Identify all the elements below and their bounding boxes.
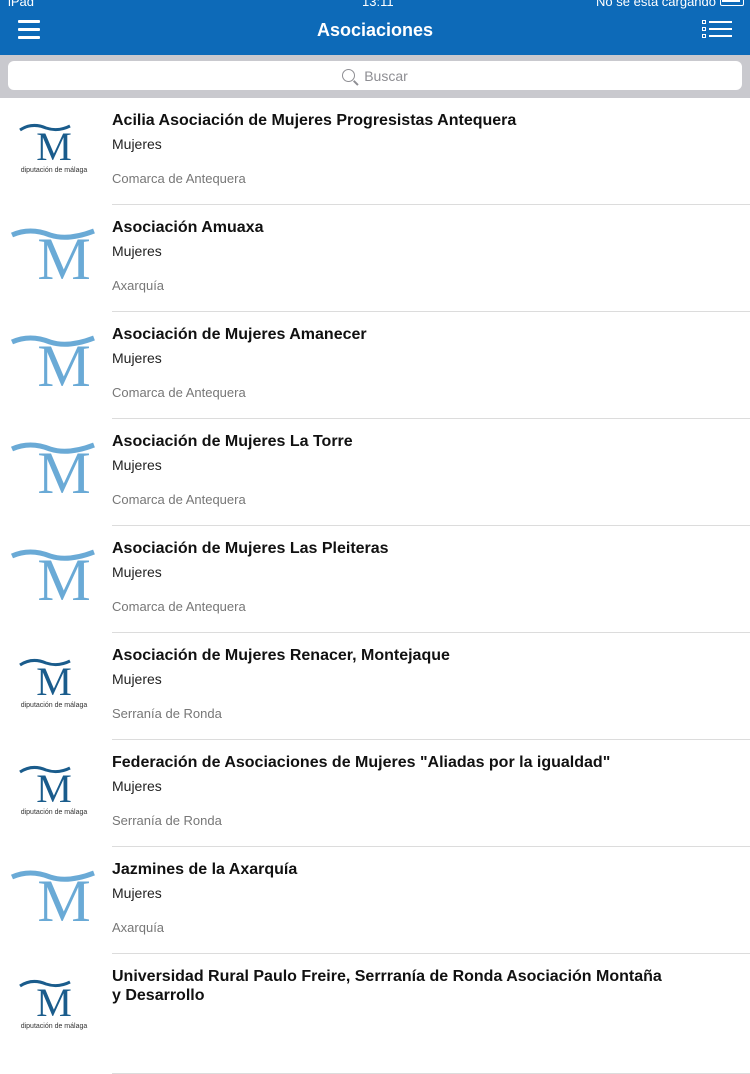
diputacion-malaga-logo-icon: M bbox=[10, 334, 95, 398]
list-item[interactable]: M Asociación de Mujeres Amanecer Mujeres Co… bbox=[0, 312, 750, 419]
search-bar: Buscar bbox=[0, 55, 750, 98]
item-title: Asociación de Mujeres La Torre bbox=[112, 433, 353, 450]
list-view-button[interactable] bbox=[702, 20, 732, 42]
battery-icon bbox=[720, 0, 744, 6]
item-title: Asociación Amuaxa bbox=[112, 219, 264, 236]
diputacion-malaga-logo-icon: M bbox=[10, 227, 95, 291]
svg-text:M: M bbox=[36, 124, 72, 169]
page-title: Asociaciones bbox=[316, 20, 434, 40]
search-placeholder: Buscar bbox=[364, 67, 408, 84]
list-item[interactable]: M Asociación de Mujeres La Torre Mujeres Co… bbox=[0, 419, 750, 526]
svg-text:M: M bbox=[37, 548, 90, 612]
item-title: Asociación de Mujeres Renacer, Montejaqu… bbox=[112, 647, 450, 664]
search-input[interactable]: Buscar bbox=[8, 61, 742, 90]
list-item[interactable]: M Jazmines de la Axarquía Mujeres Axarquía bbox=[0, 847, 750, 954]
item-region: Comarca de Antequera bbox=[112, 385, 246, 400]
item-region: Comarca de Antequera bbox=[112, 599, 246, 614]
item-region: Serranía de Ronda bbox=[112, 706, 222, 721]
item-region: Comarca de Antequera bbox=[112, 171, 246, 186]
list-item[interactable]: M Asociación de Mujeres Las Pleiteras Muje… bbox=[0, 526, 750, 633]
svg-text:M: M bbox=[37, 334, 90, 398]
item-category: Mujeres bbox=[112, 778, 162, 794]
diputacion-malaga-logo-icon: M bbox=[10, 869, 95, 933]
svg-text:diputación de málaga: diputación de málaga bbox=[21, 167, 88, 174]
diputacion-malaga-logo-icon: Mdiputación de málaga bbox=[19, 979, 88, 1030]
item-region: Axarquía bbox=[112, 920, 165, 935]
svg-text:M: M bbox=[36, 766, 72, 811]
diputacion-malaga-logo-icon: M bbox=[10, 441, 95, 505]
status-battery-text: No se está cargando bbox=[596, 0, 716, 9]
svg-text:M: M bbox=[37, 227, 90, 291]
status-time: 13:11 bbox=[362, 0, 394, 9]
list-item[interactable]: Mdiputación de málaga Federación de Asoci… bbox=[0, 740, 750, 847]
item-region: Comarca de Antequera bbox=[112, 492, 246, 507]
svg-text:diputación de málaga: diputación de málaga bbox=[21, 702, 88, 709]
svg-text:M: M bbox=[36, 980, 72, 1025]
item-region: Serranía de Ronda bbox=[112, 813, 222, 828]
item-region: Axarquía bbox=[112, 278, 165, 293]
diputacion-malaga-logo-icon: Mdiputación de málaga bbox=[19, 123, 88, 174]
item-category: Mujeres bbox=[112, 671, 162, 687]
associations-list: Mdiputación de málaga Acilia Asociación d… bbox=[0, 98, 750, 1074]
item-category: Mujeres bbox=[112, 564, 162, 580]
search-icon bbox=[342, 69, 356, 82]
svg-text:diputación de málaga: diputación de málaga bbox=[21, 809, 88, 816]
item-title: Acilia Asociación de Mujeres Progresista… bbox=[112, 112, 517, 129]
list-item[interactable]: Mdiputación de málaga Universidad Rural P… bbox=[0, 954, 750, 1074]
list-item[interactable]: M Asociación Amuaxa Mujeres Axarquía bbox=[0, 205, 750, 312]
item-category: Mujeres bbox=[112, 457, 162, 473]
item-title: Federación de Asociaciones de Mujeres "A… bbox=[112, 754, 611, 771]
svg-text:M: M bbox=[37, 441, 90, 505]
list-item[interactable]: Mdiputación de málaga Asociación de Mujer… bbox=[0, 633, 750, 740]
item-title: Universidad Rural Paulo Freire, Serrraní… bbox=[112, 968, 662, 1004]
list-item[interactable]: Mdiputación de málaga Acilia Asociación d… bbox=[0, 98, 750, 205]
item-category: Mujeres bbox=[112, 885, 162, 901]
diputacion-malaga-logo-icon: M bbox=[10, 548, 95, 612]
status-device: iPad bbox=[8, 0, 35, 9]
item-title: Asociación de Mujeres Las Pleiteras bbox=[112, 540, 389, 557]
diputacion-malaga-logo-icon: Mdiputación de málaga bbox=[19, 658, 88, 709]
svg-text:M: M bbox=[36, 659, 72, 704]
item-category: Mujeres bbox=[112, 136, 162, 152]
list-icon bbox=[702, 20, 732, 24]
item-title: Jazmines de la Axarquía bbox=[112, 861, 298, 878]
item-title: Asociación de Mujeres Amanecer bbox=[112, 326, 367, 343]
diputacion-malaga-logo-icon: Mdiputación de málaga bbox=[19, 765, 88, 816]
navigation-bar: iPad 13:11 No se está cargando Asociacio… bbox=[0, 0, 750, 55]
item-category: Mujeres bbox=[112, 350, 162, 366]
svg-text:diputación de málaga: diputación de málaga bbox=[21, 1023, 88, 1030]
item-category: Mujeres bbox=[112, 243, 162, 259]
svg-text:M: M bbox=[37, 869, 90, 933]
